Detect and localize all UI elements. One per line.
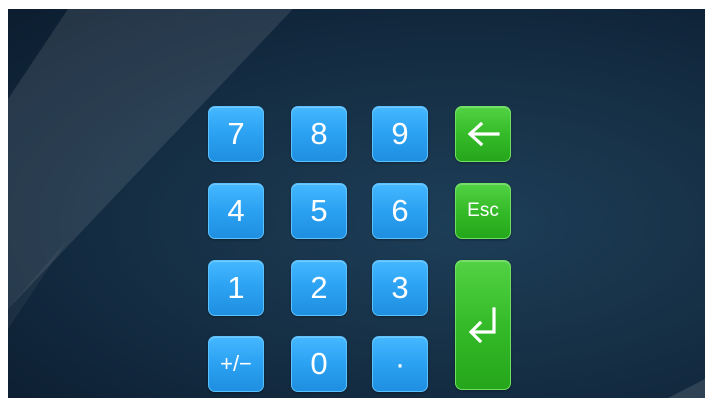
- esc-button[interactable]: Esc: [455, 183, 511, 239]
- key-7[interactable]: 7: [208, 106, 264, 162]
- background-light-streak: [8, 9, 705, 398]
- backspace-button[interactable]: [455, 106, 511, 162]
- key-1[interactable]: 1: [208, 260, 264, 316]
- decimal-point-button[interactable]: ·: [372, 336, 428, 392]
- key-6[interactable]: 6: [372, 183, 428, 239]
- plus-minus-button[interactable]: +/−: [208, 336, 264, 392]
- enter-button[interactable]: [455, 260, 511, 390]
- key-4[interactable]: 4: [208, 183, 264, 239]
- key-2[interactable]: 2: [291, 260, 347, 316]
- key-0[interactable]: 0: [291, 336, 347, 392]
- arrow-left-icon: [467, 121, 500, 147]
- enter-return-icon: [468, 307, 496, 343]
- key-5[interactable]: 5: [291, 183, 347, 239]
- key-9[interactable]: 9: [372, 106, 428, 162]
- key-3[interactable]: 3: [372, 260, 428, 316]
- key-8[interactable]: 8: [291, 106, 347, 162]
- keypad-screen: 7 8 9 4 5 6 Esc 1 2 3 +/− 0 ·: [8, 9, 705, 398]
